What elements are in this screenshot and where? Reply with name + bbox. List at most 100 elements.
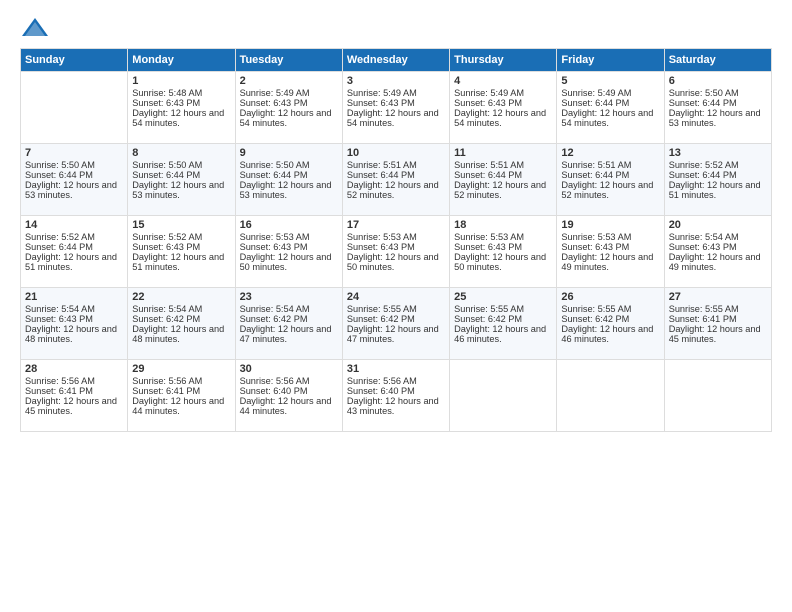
- daylight-text: Daylight: 12 hours and 51 minutes.: [25, 252, 117, 272]
- logo-icon: [20, 16, 50, 40]
- sunrise-text: Sunrise: 5:54 AM: [669, 232, 739, 242]
- day-number: 29: [132, 363, 230, 375]
- sunset-text: Sunset: 6:41 PM: [132, 386, 200, 396]
- daylight-text: Daylight: 12 hours and 50 minutes.: [240, 252, 332, 272]
- daylight-text: Daylight: 12 hours and 50 minutes.: [454, 252, 546, 272]
- daylight-text: Daylight: 12 hours and 49 minutes.: [669, 252, 761, 272]
- calendar-cell: [450, 360, 557, 432]
- day-number: 5: [561, 75, 659, 87]
- weekday-header: Friday: [557, 49, 664, 72]
- sunset-text: Sunset: 6:44 PM: [669, 170, 737, 180]
- calendar-week-row: 14Sunrise: 5:52 AMSunset: 6:44 PMDayligh…: [21, 216, 772, 288]
- sunrise-text: Sunrise: 5:55 AM: [669, 304, 739, 314]
- daylight-text: Daylight: 12 hours and 53 minutes.: [240, 180, 332, 200]
- calendar-cell: 21Sunrise: 5:54 AMSunset: 6:43 PMDayligh…: [21, 288, 128, 360]
- day-number: 21: [25, 291, 123, 303]
- sunrise-text: Sunrise: 5:54 AM: [25, 304, 95, 314]
- daylight-text: Daylight: 12 hours and 47 minutes.: [240, 324, 332, 344]
- daylight-text: Daylight: 12 hours and 48 minutes.: [132, 324, 224, 344]
- daylight-text: Daylight: 12 hours and 43 minutes.: [347, 396, 439, 416]
- calendar-cell: 15Sunrise: 5:52 AMSunset: 6:43 PMDayligh…: [128, 216, 235, 288]
- calendar-cell: 9Sunrise: 5:50 AMSunset: 6:44 PMDaylight…: [235, 144, 342, 216]
- sunrise-text: Sunrise: 5:48 AM: [132, 88, 202, 98]
- sunrise-text: Sunrise: 5:50 AM: [132, 160, 202, 170]
- sunrise-text: Sunrise: 5:55 AM: [347, 304, 417, 314]
- daylight-text: Daylight: 12 hours and 49 minutes.: [561, 252, 653, 272]
- sunset-text: Sunset: 6:44 PM: [25, 170, 93, 180]
- calendar-cell: 24Sunrise: 5:55 AMSunset: 6:42 PMDayligh…: [342, 288, 449, 360]
- day-number: 25: [454, 291, 552, 303]
- sunset-text: Sunset: 6:44 PM: [561, 170, 629, 180]
- sunrise-text: Sunrise: 5:56 AM: [132, 376, 202, 386]
- sunrise-text: Sunrise: 5:55 AM: [454, 304, 524, 314]
- daylight-text: Daylight: 12 hours and 53 minutes.: [132, 180, 224, 200]
- calendar-week-row: 7Sunrise: 5:50 AMSunset: 6:44 PMDaylight…: [21, 144, 772, 216]
- day-number: 1: [132, 75, 230, 87]
- sunset-text: Sunset: 6:43 PM: [240, 98, 308, 108]
- daylight-text: Daylight: 12 hours and 53 minutes.: [669, 108, 761, 128]
- daylight-text: Daylight: 12 hours and 54 minutes.: [132, 108, 224, 128]
- daylight-text: Daylight: 12 hours and 52 minutes.: [454, 180, 546, 200]
- calendar-cell: [557, 360, 664, 432]
- day-number: 17: [347, 219, 445, 231]
- sunset-text: Sunset: 6:43 PM: [240, 242, 308, 252]
- calendar-cell: 31Sunrise: 5:56 AMSunset: 6:40 PMDayligh…: [342, 360, 449, 432]
- daylight-text: Daylight: 12 hours and 51 minutes.: [669, 180, 761, 200]
- day-number: 18: [454, 219, 552, 231]
- day-number: 13: [669, 147, 767, 159]
- calendar-cell: 25Sunrise: 5:55 AMSunset: 6:42 PMDayligh…: [450, 288, 557, 360]
- sunrise-text: Sunrise: 5:56 AM: [25, 376, 95, 386]
- sunrise-text: Sunrise: 5:49 AM: [454, 88, 524, 98]
- calendar-cell: 20Sunrise: 5:54 AMSunset: 6:43 PMDayligh…: [664, 216, 771, 288]
- weekday-header: Monday: [128, 49, 235, 72]
- weekday-header: Sunday: [21, 49, 128, 72]
- sunset-text: Sunset: 6:44 PM: [347, 170, 415, 180]
- sunset-text: Sunset: 6:43 PM: [669, 242, 737, 252]
- sunset-text: Sunset: 6:44 PM: [669, 98, 737, 108]
- daylight-text: Daylight: 12 hours and 51 minutes.: [132, 252, 224, 272]
- sunset-text: Sunset: 6:44 PM: [25, 242, 93, 252]
- day-number: 9: [240, 147, 338, 159]
- daylight-text: Daylight: 12 hours and 45 minutes.: [25, 396, 117, 416]
- day-number: 15: [132, 219, 230, 231]
- sunset-text: Sunset: 6:41 PM: [669, 314, 737, 324]
- sunset-text: Sunset: 6:44 PM: [240, 170, 308, 180]
- sunrise-text: Sunrise: 5:56 AM: [240, 376, 310, 386]
- sunrise-text: Sunrise: 5:54 AM: [132, 304, 202, 314]
- day-number: 26: [561, 291, 659, 303]
- sunrise-text: Sunrise: 5:56 AM: [347, 376, 417, 386]
- day-number: 16: [240, 219, 338, 231]
- sunrise-text: Sunrise: 5:53 AM: [240, 232, 310, 242]
- calendar-cell: 16Sunrise: 5:53 AMSunset: 6:43 PMDayligh…: [235, 216, 342, 288]
- calendar-body: 1Sunrise: 5:48 AMSunset: 6:43 PMDaylight…: [21, 72, 772, 432]
- calendar-week-row: 21Sunrise: 5:54 AMSunset: 6:43 PMDayligh…: [21, 288, 772, 360]
- day-number: 24: [347, 291, 445, 303]
- calendar-cell: 1Sunrise: 5:48 AMSunset: 6:43 PMDaylight…: [128, 72, 235, 144]
- sunrise-text: Sunrise: 5:49 AM: [240, 88, 310, 98]
- calendar-cell: 8Sunrise: 5:50 AMSunset: 6:44 PMDaylight…: [128, 144, 235, 216]
- sunrise-text: Sunrise: 5:50 AM: [25, 160, 95, 170]
- sunrise-text: Sunrise: 5:52 AM: [132, 232, 202, 242]
- sunset-text: Sunset: 6:44 PM: [561, 98, 629, 108]
- sunset-text: Sunset: 6:40 PM: [347, 386, 415, 396]
- logo: [20, 16, 54, 40]
- day-number: 19: [561, 219, 659, 231]
- weekday-header: Thursday: [450, 49, 557, 72]
- calendar-cell: 10Sunrise: 5:51 AMSunset: 6:44 PMDayligh…: [342, 144, 449, 216]
- sunrise-text: Sunrise: 5:52 AM: [669, 160, 739, 170]
- sunrise-text: Sunrise: 5:51 AM: [454, 160, 524, 170]
- daylight-text: Daylight: 12 hours and 54 minutes.: [561, 108, 653, 128]
- day-number: 8: [132, 147, 230, 159]
- sunset-text: Sunset: 6:42 PM: [240, 314, 308, 324]
- sunset-text: Sunset: 6:43 PM: [132, 98, 200, 108]
- sunset-text: Sunset: 6:43 PM: [561, 242, 629, 252]
- daylight-text: Daylight: 12 hours and 52 minutes.: [347, 180, 439, 200]
- header-row: SundayMondayTuesdayWednesdayThursdayFrid…: [21, 49, 772, 72]
- day-number: 11: [454, 147, 552, 159]
- sunrise-text: Sunrise: 5:53 AM: [347, 232, 417, 242]
- sunrise-text: Sunrise: 5:55 AM: [561, 304, 631, 314]
- sunset-text: Sunset: 6:43 PM: [454, 242, 522, 252]
- daylight-text: Daylight: 12 hours and 44 minutes.: [240, 396, 332, 416]
- calendar-cell: 2Sunrise: 5:49 AMSunset: 6:43 PMDaylight…: [235, 72, 342, 144]
- daylight-text: Daylight: 12 hours and 54 minutes.: [240, 108, 332, 128]
